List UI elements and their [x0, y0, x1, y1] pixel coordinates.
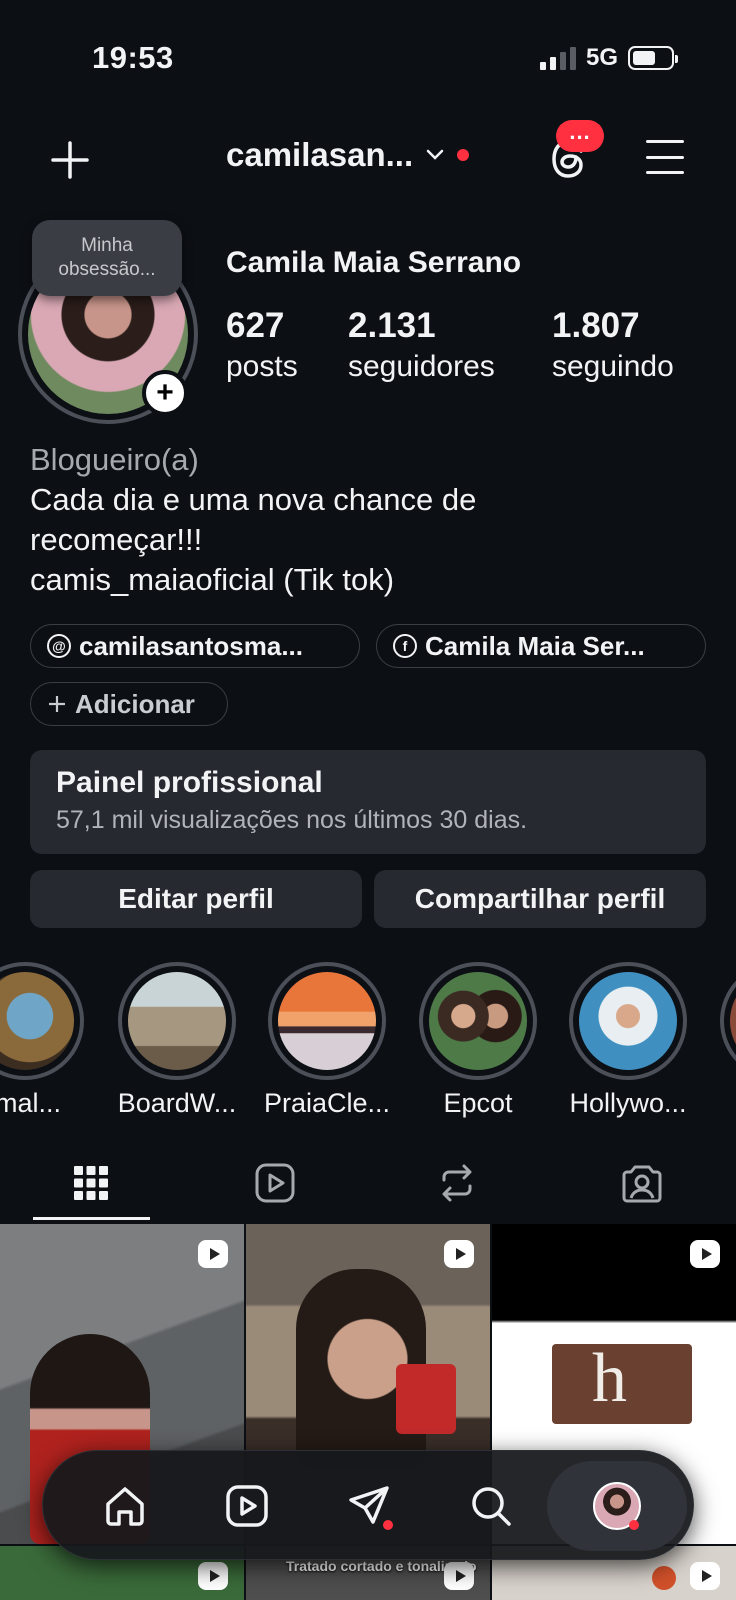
highlight-label: BoardW... — [117, 1088, 237, 1118]
facebook-icon: f — [393, 634, 417, 658]
reel-icon — [444, 1240, 474, 1268]
bio: Blogueiro(a) Cada dia e uma nova chance … — [30, 440, 710, 600]
threads-link[interactable]: @ camilasantosma... — [30, 624, 360, 668]
tagged-icon — [622, 1165, 662, 1203]
reels-icon — [255, 1163, 295, 1203]
threads-badge: ... — [556, 119, 604, 152]
highlight-label: PraiaCle... — [263, 1088, 391, 1118]
stat-value: 627 — [226, 306, 285, 345]
stat-label: seguindo — [552, 350, 674, 383]
tab-reposts[interactable] — [432, 1158, 482, 1208]
highlight-label: imal... — [0, 1088, 61, 1118]
username: camilasan... — [226, 136, 414, 173]
chevron-down-icon — [426, 149, 444, 160]
status-indicators: 5G — [539, 44, 678, 72]
stat-label: seguidores — [348, 350, 495, 383]
reel-icon — [690, 1240, 720, 1268]
category-label: Blogueiro(a) — [30, 442, 199, 477]
bottom-nav — [42, 1450, 694, 1560]
menu-button[interactable] — [646, 140, 684, 174]
tab-tagged[interactable] — [617, 1158, 667, 1208]
tab-reels[interactable] — [250, 1158, 300, 1208]
edit-profile-button[interactable]: Editar perfil — [30, 870, 362, 928]
notification-dot — [457, 149, 470, 161]
nav-home[interactable] — [97, 1478, 153, 1534]
reposts-icon — [442, 1164, 472, 1202]
add-link-button[interactable]: Adicionar — [30, 682, 228, 726]
direct-notification-dot — [383, 1520, 393, 1530]
highlight-item[interactable]: imal... — [0, 962, 84, 1118]
dashboard-title: Painel profissional — [56, 766, 323, 799]
add-story-button[interactable]: + — [142, 370, 188, 416]
create-button[interactable] — [48, 138, 92, 182]
highlight-item[interactable]: Hollywo... — [569, 962, 687, 1118]
plus-icon — [49, 696, 65, 712]
facebook-link-label: Camila Maia Ser... — [425, 630, 645, 661]
signal-icon — [539, 46, 576, 70]
active-tab-indicator — [33, 1217, 150, 1220]
highlight-label: Hollywo... — [569, 1088, 687, 1118]
stat-value: 1.807 — [552, 306, 640, 345]
note-bubble[interactable]: Minha obsessão... — [32, 220, 182, 296]
professional-dashboard[interactable]: Painel profissional 57,1 mil visualizaçõ… — [30, 750, 706, 854]
reel-icon — [198, 1562, 228, 1590]
menu-icon — [646, 140, 684, 143]
stat-label: posts — [226, 350, 298, 383]
add-link-label: Adicionar — [75, 688, 195, 719]
highlight-label: Epcot — [443, 1088, 513, 1118]
battery-icon — [628, 46, 678, 70]
stat-value: 2.131 — [348, 306, 436, 345]
reels-icon — [226, 1485, 268, 1527]
account-switcher[interactable]: camilasan... — [226, 136, 470, 174]
nav-search[interactable] — [463, 1478, 519, 1534]
threads-link-label: camilasantosma... — [79, 630, 303, 661]
plus-icon — [51, 141, 89, 179]
network-type: 5G — [585, 44, 618, 71]
stat-posts[interactable]: 627 posts — [226, 306, 298, 384]
reel-icon — [198, 1240, 228, 1268]
home-icon — [106, 1487, 144, 1526]
stat-followers[interactable]: 2.131 seguidores — [348, 306, 495, 384]
reel-icon — [444, 1562, 474, 1590]
status-time: 19:53 — [92, 40, 174, 75]
highlight-item[interactable]: BoardW... — [118, 962, 236, 1118]
bio-line: recomeçar!!! — [30, 522, 203, 557]
threads-icon: @ — [47, 634, 71, 658]
highlight-item[interactable]: Epcot — [419, 962, 537, 1118]
tab-grid[interactable] — [66, 1158, 116, 1208]
search-icon — [472, 1487, 511, 1526]
reel-icon — [690, 1562, 720, 1590]
display-name: Camila Maia Serrano — [226, 246, 522, 279]
stat-following[interactable]: 1.807 seguindo — [552, 306, 674, 384]
share-profile-button[interactable]: Compartilhar perfil — [374, 870, 706, 928]
bio-line: camis_maiaoficial (Tik tok) — [30, 562, 395, 597]
facebook-link[interactable]: f Camila Maia Ser... — [376, 624, 706, 668]
highlight-item[interactable] — [720, 962, 736, 1080]
dashboard-subtitle: 57,1 mil visualizações nos últimos 30 di… — [56, 806, 528, 834]
highlight-item[interactable]: PraiaCle... — [264, 962, 390, 1118]
profile-notification-dot — [629, 1520, 639, 1530]
bio-line: Cada dia e uma nova chance de — [30, 482, 477, 517]
nav-reels[interactable] — [219, 1478, 275, 1534]
grid-icon — [74, 1166, 108, 1200]
